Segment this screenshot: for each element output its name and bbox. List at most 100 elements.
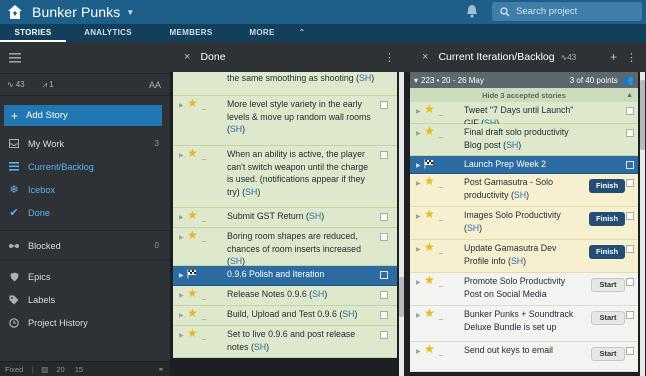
story-row[interactable]: ▶ ★ _ Bunker Punks + Soundtrack Deluxe Bund… (410, 306, 638, 342)
tab-more[interactable]: MORE (232, 24, 292, 42)
story-row[interactable]: ▶ ★ _ Send out keys to email Start (410, 342, 638, 372)
sidebar-item-project-history[interactable]: Project History (0, 311, 170, 334)
footer-count-2[interactable]: 15 (75, 365, 83, 374)
story-checkbox[interactable] (626, 311, 634, 319)
expand-chevron-icon[interactable]: ▶ (416, 277, 421, 290)
story-row[interactable]: ▶ ★ _ Release Notes 0.9.6 (SH) (173, 286, 397, 306)
close-panel-icon[interactable]: × (422, 51, 428, 63)
tab-analytics[interactable]: ANALYTICS (66, 24, 150, 42)
panel-menu-icon[interactable]: ⋮ (626, 51, 637, 64)
story-checkbox[interactable] (626, 278, 634, 286)
story-owner[interactable]: SH (254, 342, 266, 352)
story-checkbox[interactable] (380, 291, 388, 299)
start-button[interactable]: Start (591, 347, 625, 361)
expand-chevron-icon[interactable]: ▶ (416, 178, 421, 191)
current-scrollbar[interactable] (640, 72, 645, 376)
story-owner[interactable]: SH (342, 309, 354, 319)
story-owner[interactable]: SH (309, 211, 321, 221)
sidebar-item-my-work[interactable]: My Work 3 (0, 132, 170, 155)
story-checkbox[interactable] (626, 212, 634, 220)
hamburger-menu-icon[interactable] (9, 52, 21, 63)
expand-chevron-icon[interactable]: ▶ (416, 106, 421, 119)
sidebar-item-done[interactable]: ✔ Done (0, 201, 170, 224)
story-checkbox[interactable] (626, 347, 634, 355)
expand-chevron-icon[interactable]: ▶ (416, 211, 421, 224)
expand-chevron-icon[interactable]: ▶ (416, 244, 421, 257)
story-row[interactable]: ▶ ★ _ Tweet "7 Days until Launch" GIF (SH) (410, 102, 638, 128)
panel-width-mode[interactable]: Fixed (5, 365, 23, 374)
story-checkbox[interactable] (380, 311, 388, 319)
story-row[interactable]: ▶ ★ _ When an ability is active, the player… (173, 146, 397, 208)
story-checkbox[interactable] (626, 107, 634, 115)
story-owner[interactable]: SH (506, 140, 518, 150)
current-scroll-thumb[interactable] (640, 80, 645, 150)
notification-bell-icon[interactable] (466, 4, 478, 18)
story-checkbox[interactable] (626, 129, 634, 137)
story-owner[interactable]: SH (230, 124, 242, 134)
panel-menu-icon[interactable]: ⋮ (384, 51, 395, 64)
story-row[interactable]: ▶ ★ _ Promote Solo Productivity Post on Soc… (410, 273, 638, 306)
project-menu-chevron-icon[interactable]: ▼ (126, 8, 134, 17)
story-row[interactable]: ▶ ★ _ Images Solo Productivity (SH) Finish (410, 207, 638, 240)
tab-members[interactable]: MEMBERS (150, 24, 232, 42)
expand-chevron-icon[interactable]: ▶ (179, 290, 184, 303)
story-owner[interactable]: SH (312, 289, 324, 299)
story-row[interactable]: ▶ ★ _ Submit GST Return (SH) (173, 208, 397, 228)
story-checkbox[interactable] (380, 101, 388, 109)
story-row[interactable]: ▶ ★ _ More level style variety in the early… (173, 96, 397, 146)
finish-button[interactable]: Finish (589, 245, 625, 259)
expand-chevron-icon[interactable]: ▶ (179, 232, 184, 245)
sidebar-item-blocked[interactable]: Blocked 0 (0, 234, 170, 257)
story-row[interactable]: ▶ ★ _ Build, Upload and Test 0.9.6 (SH) (173, 306, 397, 326)
footer-count-1[interactable]: 20 (56, 365, 64, 374)
expand-chevron-icon[interactable]: ▶ (416, 310, 421, 323)
story-checkbox[interactable] (626, 245, 634, 253)
expand-chevron-icon[interactable]: ▶ (179, 270, 184, 283)
story-row[interactable]: ▶★_the same smoothing as shooting (SH) (173, 72, 397, 96)
expand-chevron-icon[interactable]: ▶ (416, 346, 421, 359)
search-input[interactable]: Search project (492, 2, 642, 21)
story-checkbox[interactable] (380, 213, 388, 221)
sidebar-item-labels[interactable]: Labels (0, 288, 170, 311)
story-row[interactable]: ▶ Launch Prep Week 2 (410, 156, 638, 174)
expand-chevron-icon[interactable]: ▶ (179, 150, 184, 163)
story-row[interactable]: ▶ ★ _ Update Gamasutra Dev Profile info (SH… (410, 240, 638, 273)
finish-button[interactable]: Finish (589, 179, 625, 193)
story-checkbox[interactable] (380, 151, 388, 159)
start-button[interactable]: Start (591, 311, 625, 325)
story-checkbox[interactable] (380, 271, 388, 279)
tab-stories[interactable]: STORIES (0, 24, 66, 42)
add-story-button[interactable]: + Add Story (4, 105, 162, 126)
sidebar-item-current-backlog[interactable]: Current/Backlog (0, 155, 170, 178)
story-owner[interactable]: SH (511, 256, 523, 266)
link-icon[interactable]: ⚭ (158, 365, 164, 374)
story-owner[interactable]: SH (245, 187, 257, 197)
story-owner[interactable]: SH (467, 223, 479, 233)
story-row[interactable]: ▶ ★ _ Post Gamasutra - Solo productivity (S… (410, 174, 638, 207)
expand-chevron-icon[interactable]: ▶ (179, 100, 184, 113)
columns-icon[interactable]: ▥ (41, 365, 48, 374)
iteration-header[interactable]: ▾ 223 • 20 - 26 May 3 of 40 points 👥 (410, 72, 638, 88)
tab-chevron-up-icon[interactable]: ⌃ (292, 24, 312, 42)
expand-chevron-icon[interactable]: ▶ (179, 330, 184, 343)
finish-button[interactable]: Finish (589, 212, 625, 226)
story-row[interactable]: ▶ 0.9.6 Polish and Iteration (173, 266, 397, 286)
story-checkbox[interactable] (380, 331, 388, 339)
story-checkbox[interactable] (626, 179, 634, 187)
expand-chevron-icon[interactable]: ▶ (416, 128, 421, 141)
story-owner[interactable]: SH (359, 73, 371, 83)
story-row[interactable]: ▶ ★ _ Set to live 0.9.6 and post release no… (173, 326, 397, 358)
add-story-icon[interactable]: + (610, 50, 617, 64)
team-icon[interactable]: 👥 (623, 75, 634, 86)
start-button[interactable]: Start (591, 278, 625, 292)
story-owner[interactable]: SH (230, 256, 242, 266)
story-owner[interactable]: SH (514, 190, 526, 200)
story-checkbox[interactable] (626, 161, 634, 169)
sidebar-item-icebox[interactable]: ❄ Icebox (0, 178, 170, 201)
hide-accepted-toggle[interactable]: Hide 3 accepted stories ▲ (410, 88, 638, 102)
story-row[interactable]: ▶ ★ _ Boring room shapes are reduced, chanc… (173, 228, 397, 266)
iteration-collapse-icon[interactable]: ▾ (414, 76, 418, 85)
expand-chevron-icon[interactable]: ▶ (416, 160, 421, 173)
story-checkbox[interactable] (380, 233, 388, 241)
project-logo-icon[interactable] (6, 3, 24, 21)
